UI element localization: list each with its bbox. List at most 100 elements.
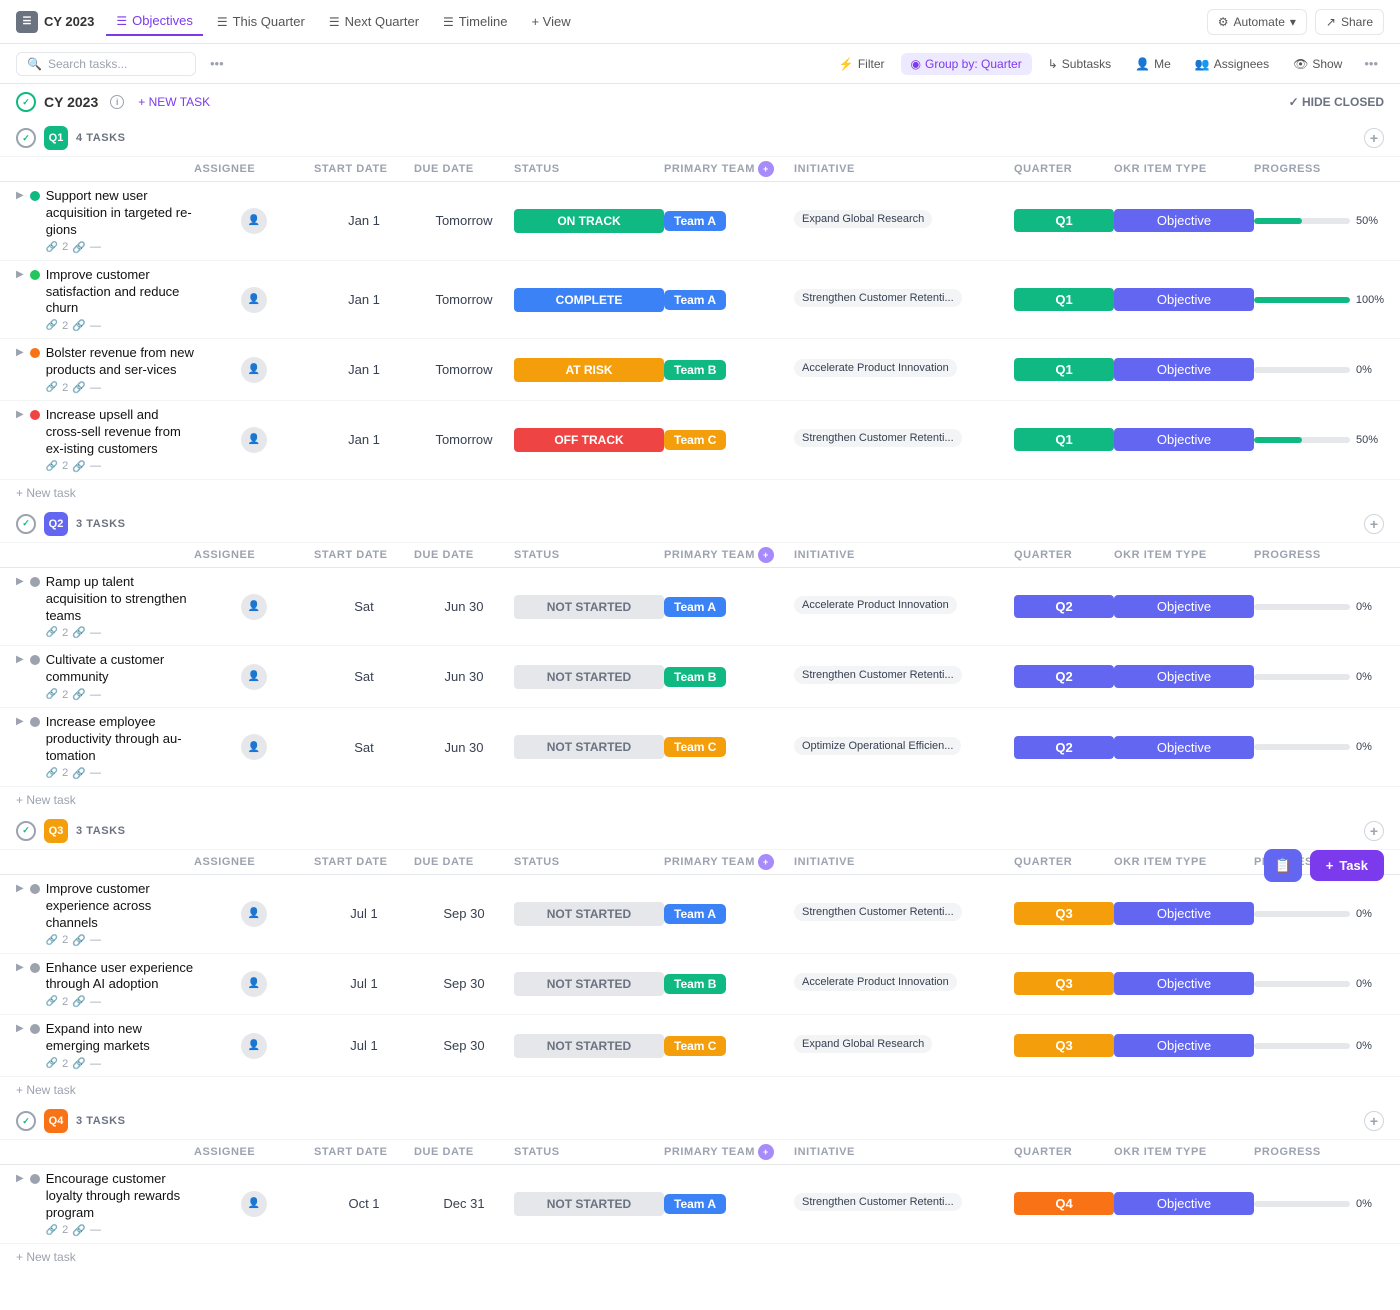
status-badge[interactable]: NOT STARTED	[514, 902, 664, 926]
new-task-row[interactable]: + New task	[0, 1077, 1400, 1103]
avatar[interactable]: 👤	[241, 971, 267, 997]
team-badge[interactable]: Team A	[664, 597, 726, 617]
expand-arrow[interactable]: ▶	[16, 1023, 24, 1034]
status-cell[interactable]: NOT STARTED	[514, 902, 664, 926]
avatar[interactable]: 👤	[241, 208, 267, 234]
tab-next-quarter[interactable]: ☰ Next Quarter	[319, 8, 429, 35]
automate-button[interactable]: ⚙ Automate ▾	[1207, 9, 1307, 35]
search-input[interactable]: 🔍 Search tasks...	[16, 52, 196, 76]
me-button[interactable]: 👤 Me	[1127, 53, 1179, 75]
expand-arrow[interactable]: ▶	[16, 347, 24, 358]
expand-arrow[interactable]: ▶	[16, 409, 24, 420]
filter-button[interactable]: ⚡ Filter	[831, 53, 893, 75]
status-cell[interactable]: NOT STARTED	[514, 595, 664, 619]
tab-objectives[interactable]: ☰ Objectives	[106, 7, 202, 36]
team-add-icon[interactable]: +	[758, 854, 774, 870]
team-badge[interactable]: Team A	[664, 290, 726, 310]
team-badge[interactable]: Team A	[664, 1194, 726, 1214]
new-task-row[interactable]: + New task	[0, 480, 1400, 506]
initiative-badge[interactable]: Strengthen Customer Retenti...	[794, 429, 962, 447]
new-task-year-button[interactable]: + NEW TASK	[138, 95, 210, 109]
team-add-icon[interactable]: +	[758, 1144, 774, 1160]
avatar[interactable]: 👤	[241, 901, 267, 927]
status-badge[interactable]: OFF TRACK	[514, 428, 664, 452]
avatar[interactable]: 👤	[241, 427, 267, 453]
task-name-text[interactable]: Increase employee productivity through a…	[46, 714, 194, 765]
quarter-add-button-q1[interactable]: +	[1364, 128, 1384, 148]
expand-arrow[interactable]: ▶	[16, 269, 24, 280]
add-task-button[interactable]: + Task	[1310, 850, 1384, 881]
quarter-add-button-q2[interactable]: +	[1364, 514, 1384, 534]
task-name-text[interactable]: Improve customer experience across chann…	[46, 881, 194, 932]
team-badge[interactable]: Team B	[664, 360, 726, 380]
status-badge[interactable]: COMPLETE	[514, 288, 664, 312]
quarter-toggle-q2[interactable]	[16, 514, 36, 534]
quarter-toggle-q3[interactable]	[16, 821, 36, 841]
workspace-logo[interactable]: ☰ CY 2023	[16, 11, 94, 33]
quarter-add-button-q3[interactable]: +	[1364, 821, 1384, 841]
status-badge[interactable]: NOT STARTED	[514, 972, 664, 996]
avatar[interactable]: 👤	[241, 594, 267, 620]
task-name-text[interactable]: Ramp up talent acquisition to strengthen…	[46, 574, 194, 625]
toolbar-more-button[interactable]: •••	[204, 52, 230, 75]
tab-add-view[interactable]: + View	[521, 8, 580, 35]
status-badge[interactable]: NOT STARTED	[514, 1192, 664, 1216]
status-badge[interactable]: NOT STARTED	[514, 595, 664, 619]
hide-closed-button[interactable]: ✓ HIDE CLOSED	[1289, 95, 1384, 109]
group-by-button[interactable]: ◉ Group by: Quarter	[901, 53, 1032, 75]
team-add-icon[interactable]: +	[758, 547, 774, 563]
team-badge[interactable]: Team A	[664, 211, 726, 231]
task-name-text[interactable]: Expand into new emerging markets	[46, 1021, 194, 1055]
expand-arrow[interactable]: ▶	[16, 576, 24, 587]
expand-arrow[interactable]: ▶	[16, 654, 24, 665]
initiative-badge[interactable]: Strengthen Customer Retenti...	[794, 1193, 962, 1211]
team-badge[interactable]: Team C	[664, 430, 726, 450]
team-badge[interactable]: Team C	[664, 1036, 726, 1056]
task-name-text[interactable]: Encourage customer loyalty through rewar…	[46, 1171, 194, 1222]
status-badge[interactable]: AT RISK	[514, 358, 664, 382]
expand-arrow[interactable]: ▶	[16, 962, 24, 973]
status-cell[interactable]: NOT STARTED	[514, 735, 664, 759]
avatar[interactable]: 👤	[241, 1191, 267, 1217]
task-name-text[interactable]: Bolster revenue from new products and se…	[46, 345, 194, 379]
tab-timeline[interactable]: ☰ Timeline	[433, 8, 517, 35]
status-cell[interactable]: OFF TRACK	[514, 428, 664, 452]
share-button[interactable]: ↗ Share	[1315, 9, 1384, 35]
team-badge[interactable]: Team C	[664, 737, 726, 757]
new-task-row[interactable]: + New task	[0, 1244, 1400, 1270]
status-badge[interactable]: ON TRACK	[514, 209, 664, 233]
team-add-icon[interactable]: +	[758, 161, 774, 177]
status-cell[interactable]: NOT STARTED	[514, 1034, 664, 1058]
avatar[interactable]: 👤	[241, 357, 267, 383]
task-name-text[interactable]: Cultivate a customer community	[46, 652, 194, 686]
initiative-badge[interactable]: Strengthen Customer Retenti...	[794, 289, 962, 307]
status-badge[interactable]: NOT STARTED	[514, 1034, 664, 1058]
status-cell[interactable]: NOT STARTED	[514, 665, 664, 689]
quarter-toggle-q4[interactable]	[16, 1111, 36, 1131]
avatar[interactable]: 👤	[241, 664, 267, 690]
clipboard-button[interactable]: 📋	[1264, 849, 1301, 882]
status-cell[interactable]: ON TRACK	[514, 209, 664, 233]
initiative-badge[interactable]: Strengthen Customer Retenti...	[794, 903, 962, 921]
quarter-add-button-q4[interactable]: +	[1364, 1111, 1384, 1131]
expand-arrow[interactable]: ▶	[16, 883, 24, 894]
subtasks-button[interactable]: ↳ Subtasks	[1040, 53, 1119, 75]
avatar[interactable]: 👤	[241, 287, 267, 313]
status-cell[interactable]: NOT STARTED	[514, 1192, 664, 1216]
initiative-badge[interactable]: Expand Global Research	[794, 1035, 932, 1053]
assignees-button[interactable]: 👥 Assignees	[1187, 53, 1277, 75]
status-badge[interactable]: NOT STARTED	[514, 665, 664, 689]
initiative-badge[interactable]: Strengthen Customer Retenti...	[794, 666, 962, 684]
team-badge[interactable]: Team A	[664, 904, 726, 924]
team-badge[interactable]: Team B	[664, 974, 726, 994]
status-cell[interactable]: AT RISK	[514, 358, 664, 382]
team-badge[interactable]: Team B	[664, 667, 726, 687]
initiative-badge[interactable]: Optimize Operational Efficien...	[794, 737, 961, 755]
task-name-text[interactable]: Enhance user experience through AI adopt…	[46, 960, 194, 994]
status-badge[interactable]: NOT STARTED	[514, 735, 664, 759]
new-task-row[interactable]: + New task	[0, 787, 1400, 813]
tab-this-quarter[interactable]: ☰ This Quarter	[207, 8, 315, 35]
toolbar-more-right[interactable]: •••	[1358, 52, 1384, 75]
initiative-badge[interactable]: Accelerate Product Innovation	[794, 359, 957, 377]
expand-arrow[interactable]: ▶	[16, 716, 24, 727]
